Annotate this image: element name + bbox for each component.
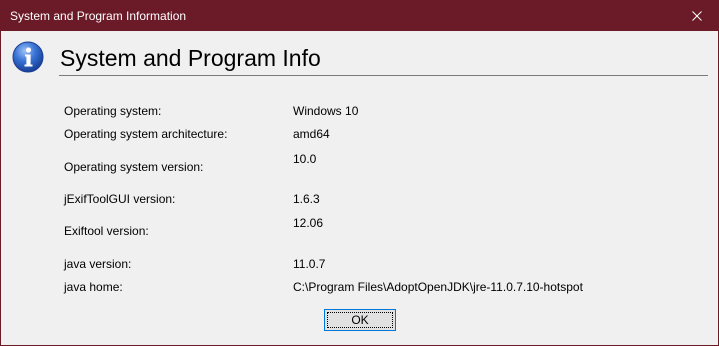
close-button[interactable] xyxy=(674,0,719,31)
label-os-architecture: Operating system architecture: xyxy=(64,127,228,141)
value-operating-system: Windows 10 xyxy=(293,104,359,118)
heading-divider xyxy=(59,75,708,76)
value-jexiftoolgui-version: 1.6.3 xyxy=(293,192,320,206)
page-title: System and Program Info xyxy=(60,45,321,71)
label-java-home: java home: xyxy=(64,280,123,294)
value-exiftool-version: 12.06 xyxy=(293,216,324,230)
info-icon xyxy=(12,41,44,73)
dialog-content: System and Program Info Operating system… xyxy=(1,31,718,345)
value-os-version: 10.0 xyxy=(293,152,317,166)
label-exiftool-version: Exiftool version: xyxy=(64,224,149,238)
dialog-window: System and Program Information System an… xyxy=(0,0,719,346)
label-os-version: Operating system version: xyxy=(64,160,204,174)
value-java-home: C:\Program Files\AdoptOpenJDK\jre-11.0.7… xyxy=(293,280,583,294)
close-icon xyxy=(692,10,702,21)
ok-button-label: OK xyxy=(351,313,369,327)
value-java-version: 11.0.7 xyxy=(293,257,326,271)
window-title: System and Program Information xyxy=(10,9,187,23)
value-os-architecture: amd64 xyxy=(293,127,330,141)
label-java-version: java version: xyxy=(64,257,132,271)
label-operating-system: Operating system: xyxy=(64,104,162,118)
label-jexiftoolgui-version: jExifToolGUI version: xyxy=(64,192,176,206)
title-bar[interactable]: System and Program Information xyxy=(1,0,719,31)
ok-button[interactable]: OK xyxy=(324,309,396,331)
